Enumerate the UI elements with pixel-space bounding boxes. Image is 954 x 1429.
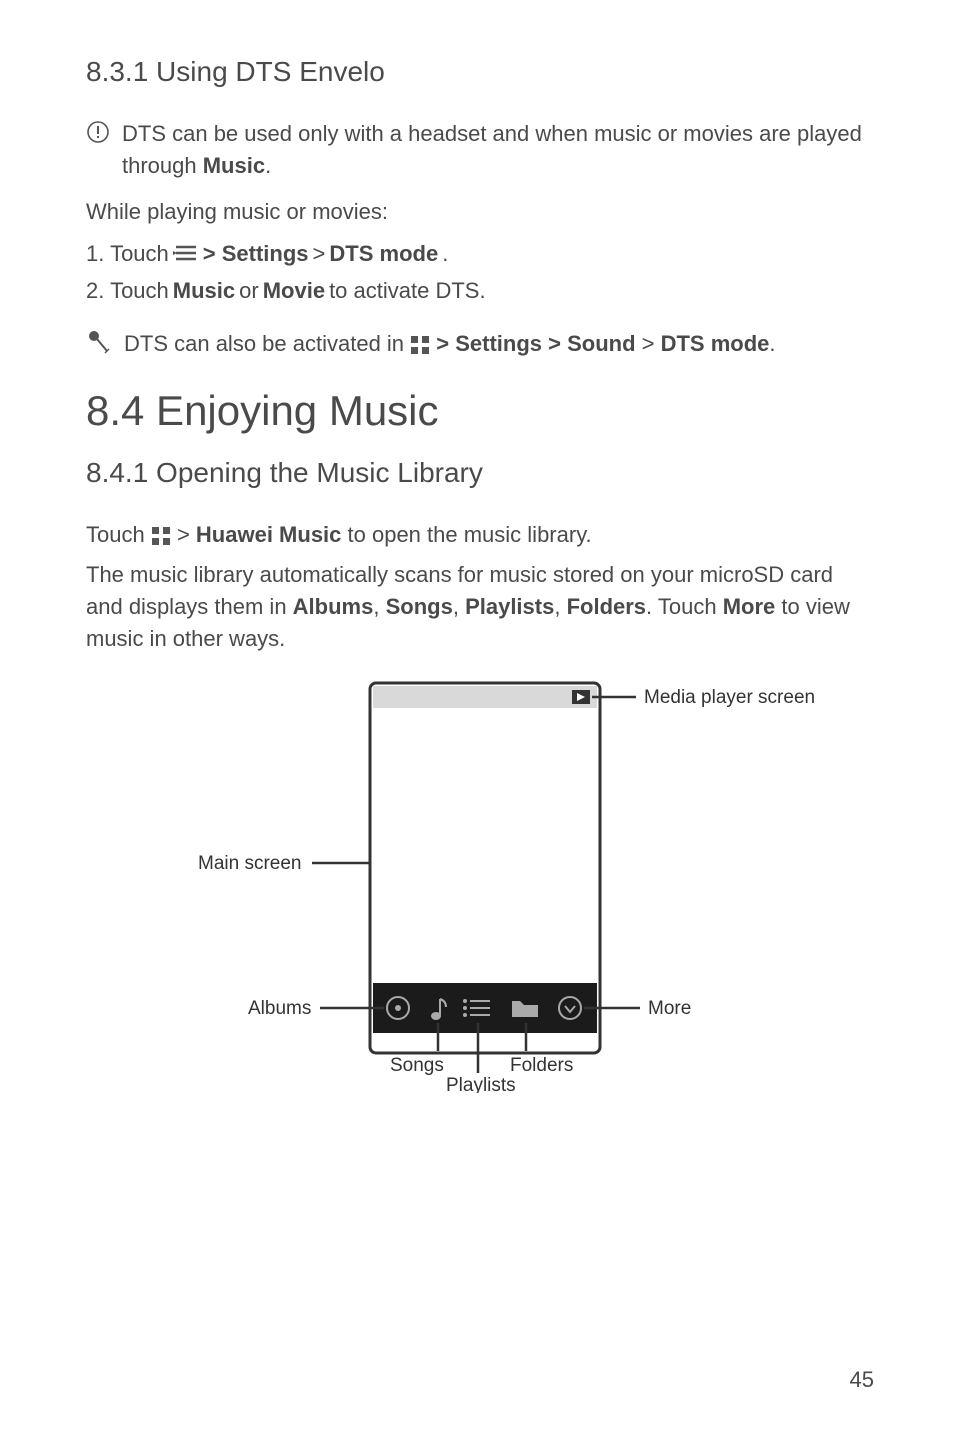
caution-note: DTS can be used only with a headset and …	[86, 118, 874, 182]
label-albums: Albums	[248, 998, 311, 1019]
heading-8-3-1: 8.3.1 Using DTS Envelo	[86, 56, 874, 88]
heading-8-4: 8.4 Enjoying Music	[86, 387, 874, 435]
page-number: 45	[850, 1367, 874, 1393]
tip-text: DTS can also be activated in > Settings …	[124, 328, 776, 360]
label-songs: Songs	[390, 1055, 444, 1076]
heading-8-4-1: 8.4.1 Opening the Music Library	[86, 457, 874, 489]
caution-icon	[86, 120, 110, 149]
label-more: More	[648, 998, 691, 1019]
menu-icon	[173, 243, 199, 263]
media-player-icon	[572, 690, 590, 704]
caution-text: DTS can be used only with a headset and …	[122, 118, 874, 182]
open-library-line: Touch > Huawei Music to open the music l…	[86, 519, 874, 551]
label-main-screen: Main screen	[198, 853, 302, 874]
library-scan-para: The music library automatically scans fo…	[86, 559, 874, 655]
label-folders: Folders	[510, 1055, 573, 1076]
label-media-player: Media player screen	[644, 687, 815, 708]
step-2: 2. Touch Music or Movie to activate DTS.	[86, 273, 874, 308]
tip-note: DTS can also be activated in > Settings …	[86, 328, 874, 361]
apps-grid-icon	[151, 526, 171, 546]
intro-text: While playing music or movies:	[86, 196, 874, 228]
apps-grid-icon	[410, 335, 430, 355]
music-library-diagram: Media player screen Main screen Albums M…	[86, 673, 874, 1093]
label-playlists: Playlists	[446, 1075, 516, 1093]
tip-icon	[86, 330, 112, 361]
step-1: 1. Touch > Settings > DTS mode.	[86, 236, 874, 271]
